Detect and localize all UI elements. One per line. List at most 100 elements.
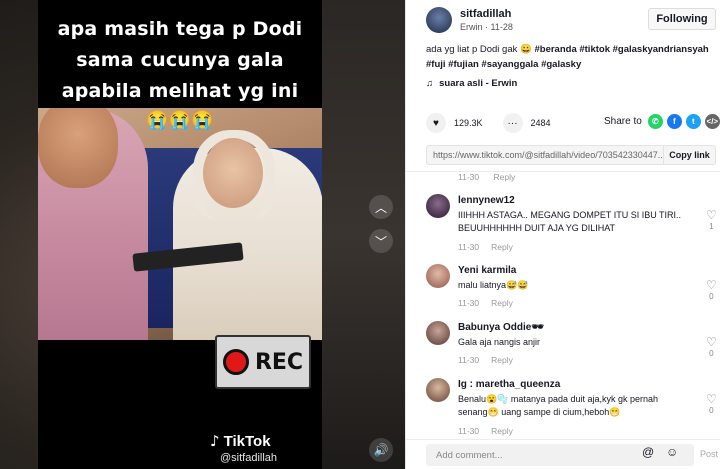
rec-badge: REC <box>215 335 311 389</box>
video-description: ada yg liat p Dodi gak 😀 #beranda #tikto… <box>426 42 716 72</box>
comment-meta: 11-30 Reply <box>458 355 513 365</box>
mention-icon[interactable]: @ <box>642 445 654 459</box>
comment-like-count: 0 <box>709 406 714 415</box>
author-block[interactable]: sitfadillah Erwin · 11-28 <box>426 7 513 33</box>
comment-date: 11-30 <box>458 355 480 365</box>
video-caption-line-2: sama cucunya gala <box>76 49 284 71</box>
comment-reply-button[interactable]: Reply <box>491 298 513 308</box>
comment-count: 2484 <box>530 118 551 128</box>
comment-item: Ig : maretha_queenza Benalu😮🫧 matanya pa… <box>426 378 717 439</box>
video-caption-line-3: apabila melihat yg ini <box>61 80 299 102</box>
tiktok-watermark-text: TikTok <box>223 432 271 450</box>
emoji-icon[interactable]: ☺ <box>666 445 678 459</box>
author-avatar[interactable] <box>426 7 452 33</box>
comment-avatar[interactable] <box>426 264 450 288</box>
tiktok-watermark-logo: ♪ TikTok <box>210 432 330 450</box>
comment-like-count: 0 <box>709 292 714 301</box>
music-title[interactable]: suara asli - Erwin <box>439 78 517 89</box>
partial-comment-date: 11-30 <box>458 172 480 182</box>
comment-bubble-icon: ··· <box>507 117 518 129</box>
comment-text: Benalu😮🫧 matanya pada duit aja,kyk gk pe… <box>458 394 659 417</box>
partial-comment-reply-button[interactable]: Reply <box>493 172 515 182</box>
tiktok-logo-icon: ♪ <box>210 432 220 450</box>
woman-head-shape <box>203 138 263 208</box>
music-link[interactable]: ♫ suara asli - Erwin <box>426 78 517 89</box>
comment-item: lennynew12 IIIHHH ASTAGA.. MEGANG DOMPET… <box>426 194 717 254</box>
add-comment-bar: Add comment... @ ☺ Post <box>406 439 720 469</box>
comment-text: Gala aja nangis anjir <box>458 337 541 347</box>
volume-icon: 🔊 <box>373 443 389 457</box>
video-link-url[interactable]: https://www.tiktok.com/@sitfadillah/vide… <box>427 150 663 160</box>
comment-item: Yeni karmila malu liatnya😅😅 11-30 Reply ♡… <box>426 264 717 312</box>
comment-avatar[interactable] <box>426 321 450 345</box>
comment-avatar[interactable] <box>426 194 450 218</box>
comment-like-count: 1 <box>709 222 714 231</box>
following-button[interactable]: Following <box>648 8 716 30</box>
comment-list[interactable]: 11-30 Reply lennynew12 IIIHHH ASTAGA.. M… <box>406 171 720 439</box>
next-video-button[interactable]: ﹀ <box>369 229 393 253</box>
comment-reply-button[interactable]: Reply <box>491 426 513 436</box>
post-button[interactable]: Post <box>700 449 718 459</box>
comment-like-button[interactable]: ♡ 0 <box>706 392 717 415</box>
comment-meta: 11-30 Reply <box>458 242 513 252</box>
tiktok-watermark: ♪ TikTok @sitfadillah <box>210 432 330 464</box>
comment-like-button[interactable]: ♡ 1 <box>706 208 717 231</box>
video-info-panel: sitfadillah Erwin · 11-28 Following ada … <box>405 0 720 469</box>
like-count: 129.3K <box>454 118 483 128</box>
rec-label: REC <box>254 349 304 375</box>
volume-button[interactable]: 🔊 <box>369 438 393 462</box>
description-text: ada yg liat p Dodi gak 😀 <box>426 44 532 55</box>
comment-avatar[interactable] <box>426 378 450 402</box>
video-link-box: https://www.tiktok.com/@sitfadillah/vide… <box>426 145 716 165</box>
previous-video-button[interactable]: ︿ <box>369 195 393 219</box>
comment-like-count: 0 <box>709 349 714 358</box>
comment-username[interactable]: Babunya Oddie🕶 <box>458 322 544 333</box>
whatsapp-icon[interactable]: ✆ <box>647 114 663 129</box>
facebook-icon[interactable]: f <box>666 114 682 129</box>
heart-outline-icon: ♡ <box>706 208 717 222</box>
comment-reply-button[interactable]: Reply <box>491 355 513 365</box>
author-subline: Erwin · 11-28 <box>460 22 513 32</box>
video-caption-emojis: 😭😭😭 <box>146 110 214 130</box>
comment-date: 11-30 <box>458 242 480 252</box>
tiktok-watermark-user: @sitfadillah <box>220 452 278 464</box>
video-caption-area: apa masih tega p Dodi sama cucunya gala … <box>38 0 322 108</box>
video-caption-line-1: apa masih tega p Dodi <box>57 18 303 40</box>
comment-date: 11-30 <box>458 426 480 436</box>
video-player[interactable]: apa masih tega p Dodi sama cucunya gala … <box>38 0 322 469</box>
heart-outline-icon: ♡ <box>706 335 717 349</box>
comment-username[interactable]: Ig : maretha_queenza <box>458 379 560 390</box>
copy-link-button[interactable]: Copy link <box>663 146 715 164</box>
comment-meta: 11-30 Reply <box>458 298 513 308</box>
chevron-down-icon: ﹀ <box>374 234 387 249</box>
engagement-stats: ♥ 129.3K ··· 2484 <box>426 113 563 133</box>
comment-item: Babunya Oddie🕶 Gala aja nangis anjir 11-… <box>426 321 717 369</box>
comment-like-button[interactable]: ♡ 0 <box>706 278 717 301</box>
author-nickname: Erwin <box>460 22 483 32</box>
author-date: 11-28 <box>490 22 513 32</box>
comment-like-button[interactable]: ♡ 0 <box>706 335 717 358</box>
like-button[interactable]: ♥ <box>426 113 446 133</box>
comment-username[interactable]: lennynew12 <box>458 195 515 206</box>
video-frame <box>38 108 322 340</box>
share-label: Share to <box>604 116 642 127</box>
comment-meta: 11-30 Reply <box>458 426 513 436</box>
comment-reply-button[interactable]: Reply <box>491 242 513 252</box>
share-row: Share to ✆ f t </> <box>604 114 720 129</box>
embed-icon[interactable]: </> <box>704 114 720 129</box>
partial-comment-meta: 11-30 Reply <box>458 172 515 182</box>
music-note-icon: ♫ <box>426 78 434 89</box>
heart-icon: ♥ <box>433 117 439 129</box>
chevron-up-icon: ︿ <box>374 200 387 215</box>
heart-outline-icon: ♡ <box>706 278 717 292</box>
comment-username[interactable]: Yeni karmila <box>458 265 516 276</box>
twitter-icon[interactable]: t <box>685 114 701 129</box>
comment-text: malu liatnya😅😅 <box>458 280 529 290</box>
comment-date: 11-30 <box>458 298 480 308</box>
rec-dot-icon <box>222 349 249 375</box>
author-username[interactable]: sitfadillah <box>460 8 513 20</box>
video-backdrop-right <box>322 0 405 469</box>
heart-outline-icon: ♡ <box>706 392 717 406</box>
comment-text: IIIHHH ASTAGA.. MEGANG DOMPET ITU SI IBU… <box>458 210 682 233</box>
comment-button[interactable]: ··· <box>502 113 523 133</box>
